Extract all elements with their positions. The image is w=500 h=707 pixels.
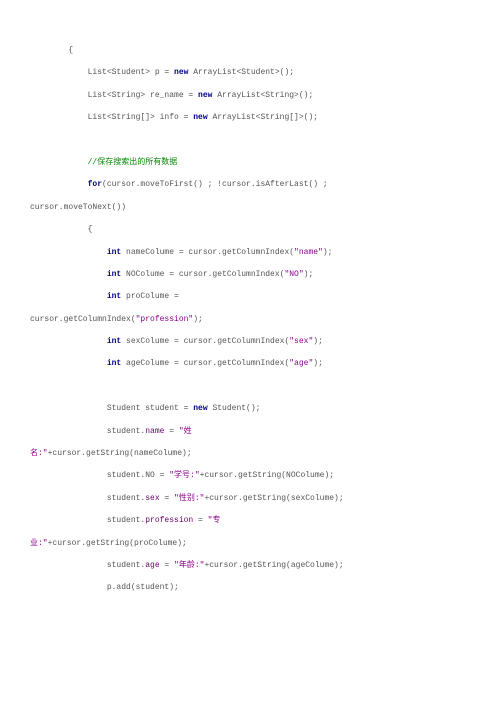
- code-token: List<String[]> info =: [88, 113, 194, 122]
- code-token: List<Student> p =: [88, 68, 174, 77]
- code-token: );: [313, 359, 323, 368]
- code-token: int: [107, 337, 121, 346]
- code-token: 业:": [30, 539, 48, 548]
- code-token: student.: [107, 427, 145, 436]
- code-token: );: [313, 337, 323, 346]
- code-token: ArrayList<String>();: [212, 91, 313, 100]
- code-token: ArrayList<Student>();: [188, 68, 294, 77]
- code-token: //保存搜索出的所有数据: [88, 158, 178, 167]
- code-line: student.NO = "学号:"+cursor.getString(NOCo…: [30, 465, 470, 487]
- code-token: "age": [289, 359, 313, 368]
- code-token: );: [323, 248, 333, 257]
- code-token: =: [160, 494, 174, 503]
- code-line: 名:"+cursor.getString(nameColume);: [30, 443, 470, 465]
- code-token: "专: [208, 516, 221, 525]
- code-line: 业:"+cursor.getString(proColume);: [30, 533, 470, 555]
- code-token: =: [164, 427, 178, 436]
- code-token: student.: [107, 561, 145, 570]
- code-token: sexColume = cursor.getColumnIndex(: [121, 337, 289, 346]
- code-line: int proColume =: [30, 286, 470, 308]
- code-token: (cursor.moveToFirst() ; !cursor.isAfterL…: [102, 180, 332, 189]
- code-line: List<String[]> info = new ArrayList<Stri…: [30, 107, 470, 129]
- code-line: [30, 376, 470, 398]
- code-line: int sexColume = cursor.getColumnIndex("s…: [30, 331, 470, 353]
- code-token: student.: [107, 494, 145, 503]
- code-line: {: [30, 219, 470, 241]
- code-line: cursor.getColumnIndex("profession");: [30, 309, 470, 331]
- code-token: =: [160, 561, 174, 570]
- code-token: int: [107, 359, 121, 368]
- code-line: List<String> re_name = new ArrayList<Str…: [30, 85, 470, 107]
- code-line: student.sex = "性别:"+cursor.getString(sex…: [30, 488, 470, 510]
- code-token: +cursor.getString(ageColume);: [204, 561, 343, 570]
- code-token: new: [198, 91, 212, 100]
- code-token: "年龄:": [174, 561, 204, 570]
- code-line: for(cursor.moveToFirst() ; !cursor.isAft…: [30, 174, 470, 196]
- code-token: +cursor.getString(NOColume);: [200, 471, 334, 480]
- code-token: for: [88, 180, 102, 189]
- code-line: int nameColume = cursor.getColumnIndex("…: [30, 242, 470, 264]
- code-token: "NO": [284, 270, 303, 279]
- code-line: student.age = "年龄:"+cursor.getString(age…: [30, 555, 470, 577]
- code-token: {: [68, 46, 73, 55]
- code-token: int: [107, 270, 121, 279]
- code-token: proColume =: [121, 292, 183, 301]
- code-token: "姓: [179, 427, 192, 436]
- code-block: { List<Student> p = new ArrayList<Studen…: [30, 40, 470, 600]
- code-token: new: [193, 404, 207, 413]
- code-token: student.: [107, 516, 145, 525]
- code-token: Student student =: [107, 404, 193, 413]
- code-line: List<Student> p = new ArrayList<Student>…: [30, 62, 470, 84]
- code-token: NO: [145, 471, 155, 480]
- code-token: );: [304, 270, 314, 279]
- code-token: nameColume = cursor.getColumnIndex(: [121, 248, 294, 257]
- code-token: profession: [145, 516, 193, 525]
- code-line: int NOColume = cursor.getColumnIndex("NO…: [30, 264, 470, 286]
- code-token: p.add(student);: [107, 583, 179, 592]
- code-token: "学号:": [169, 471, 199, 480]
- code-token: sex: [145, 494, 159, 503]
- code-token: ArrayList<String[]>();: [208, 113, 318, 122]
- code-token: cursor.getColumnIndex(: [30, 315, 136, 324]
- code-token: NOColume = cursor.getColumnIndex(: [121, 270, 284, 279]
- code-line: int ageColume = cursor.getColumnIndex("a…: [30, 353, 470, 375]
- code-line: student.profession = "专: [30, 510, 470, 532]
- code-token: new: [174, 68, 188, 77]
- code-token: ageColume = cursor.getColumnIndex(: [121, 359, 289, 368]
- code-token: Student();: [208, 404, 261, 413]
- code-token: 名:": [30, 449, 48, 458]
- code-token: =: [155, 471, 169, 480]
- code-line: student.name = "姓: [30, 421, 470, 443]
- code-token: "性别:": [174, 494, 204, 503]
- code-line: //保存搜索出的所有数据: [30, 152, 470, 174]
- code-line: cursor.moveToNext()): [30, 197, 470, 219]
- code-token: cursor.moveToNext()): [30, 203, 126, 212]
- code-token: "profession": [136, 315, 194, 324]
- code-token: +cursor.getString(sexColume);: [204, 494, 343, 503]
- code-line: [30, 130, 470, 152]
- code-token: age: [145, 561, 159, 570]
- code-line: p.add(student);: [30, 577, 470, 599]
- code-token: "sex": [289, 337, 313, 346]
- code-token: student.: [107, 471, 145, 480]
- code-token: {: [88, 225, 93, 234]
- code-token: int: [107, 248, 121, 257]
- code-token: =: [193, 516, 207, 525]
- code-token: name: [145, 427, 164, 436]
- code-token: +cursor.getString(proColume);: [48, 539, 187, 548]
- code-line: Student student = new Student();: [30, 398, 470, 420]
- code-token: "name": [294, 248, 323, 257]
- code-token: List<String> re_name =: [88, 91, 198, 100]
- code-token: );: [193, 315, 203, 324]
- code-token: int: [107, 292, 121, 301]
- code-token: +cursor.getString(nameColume);: [48, 449, 192, 458]
- code-token: new: [193, 113, 207, 122]
- code-line: {: [30, 40, 470, 62]
